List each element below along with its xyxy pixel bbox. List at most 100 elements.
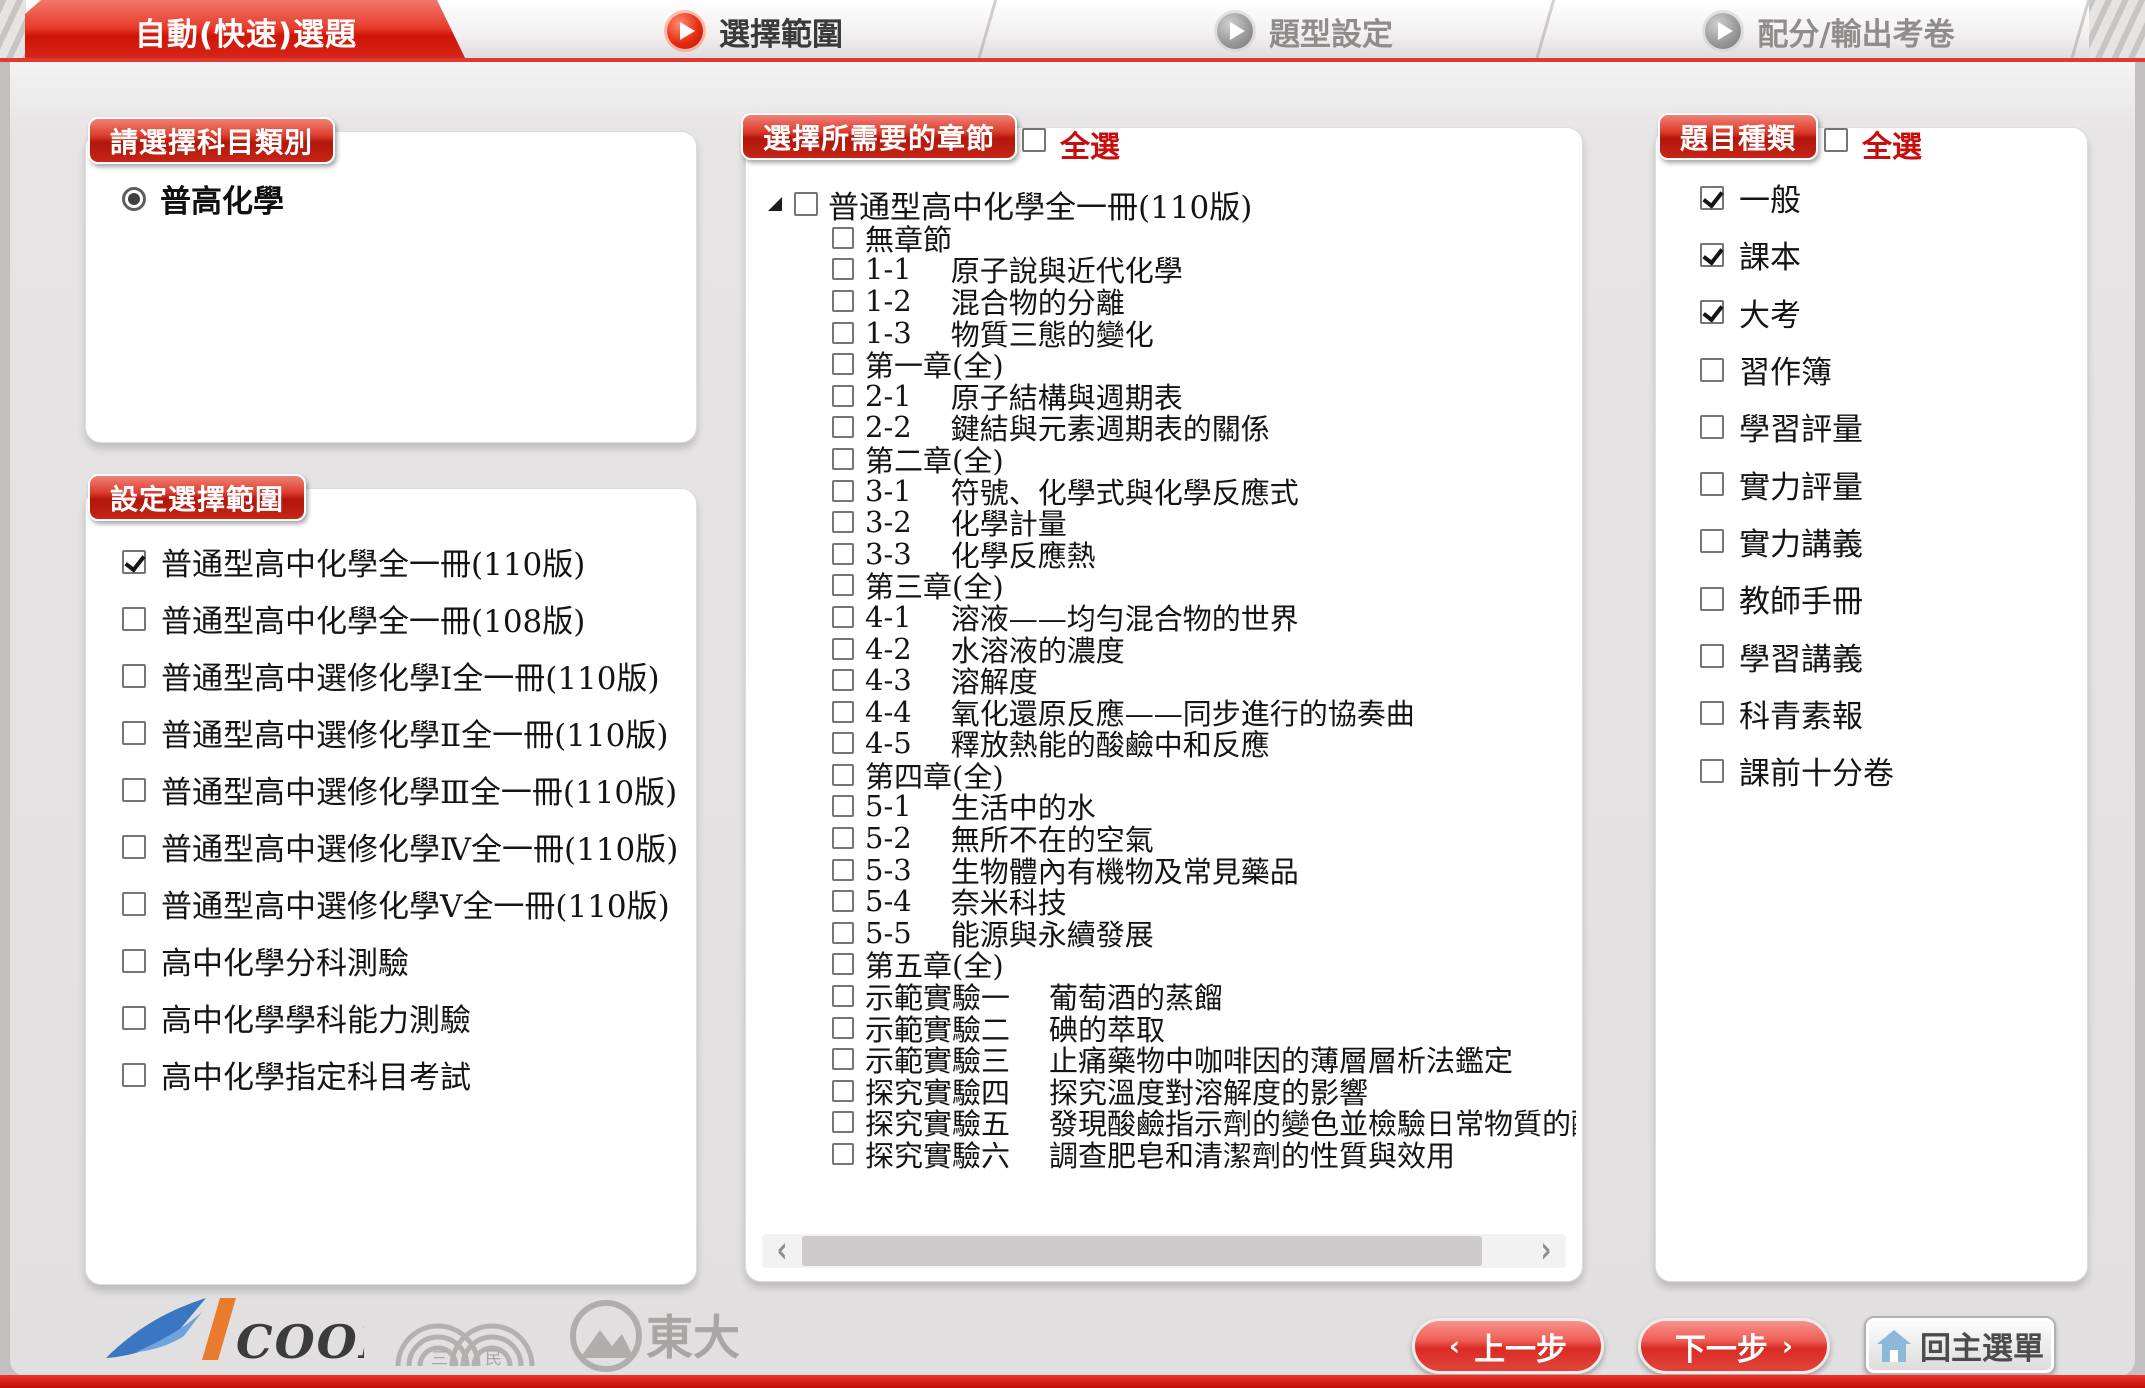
checkbox[interactable] bbox=[1700, 300, 1724, 324]
checkbox[interactable] bbox=[832, 859, 854, 881]
scope-item-row[interactable]: 普通型高中選修化學Ⅳ全一冊(110版) bbox=[86, 818, 696, 875]
scroll-right-icon[interactable] bbox=[1526, 1234, 1566, 1268]
checkbox[interactable] bbox=[1700, 243, 1724, 267]
checkbox[interactable] bbox=[1700, 358, 1724, 382]
checkbox[interactable] bbox=[122, 835, 146, 859]
type-item-row[interactable]: 學習評量 bbox=[1656, 398, 2087, 455]
prev-step-button[interactable]: 上一步 bbox=[1412, 1318, 1604, 1374]
checkbox[interactable] bbox=[122, 949, 146, 973]
checkbox[interactable] bbox=[832, 322, 854, 344]
type-item-row[interactable]: 一般 bbox=[1656, 169, 2087, 226]
scope-item-row[interactable]: 高中化學指定科目考試 bbox=[86, 1046, 696, 1103]
checkbox[interactable] bbox=[832, 448, 854, 470]
chapter-item-row[interactable]: 無章節 bbox=[832, 222, 1576, 254]
checkbox[interactable] bbox=[832, 353, 854, 375]
type-item-row[interactable]: 課本 bbox=[1656, 226, 2087, 283]
checkbox[interactable] bbox=[122, 1063, 146, 1087]
checkbox[interactable] bbox=[832, 1080, 854, 1102]
type-item-row[interactable]: 課前十分卷 bbox=[1656, 742, 2087, 799]
chapter-select-all-label[interactable]: 全選 bbox=[1060, 122, 1120, 166]
checkbox[interactable] bbox=[122, 721, 146, 745]
checkbox[interactable] bbox=[832, 480, 854, 502]
type-item-row[interactable]: 科青素報 bbox=[1656, 685, 2087, 742]
checkbox[interactable] bbox=[1700, 644, 1724, 668]
type-item-row[interactable]: 教師手冊 bbox=[1656, 570, 2087, 627]
scope-item-label: 普通型高中化學全一冊(108版) bbox=[161, 596, 585, 641]
checkbox[interactable] bbox=[832, 574, 854, 596]
checkbox[interactable] bbox=[832, 732, 854, 754]
horizontal-scrollbar[interactable] bbox=[762, 1234, 1566, 1268]
tab-auto-quick-select[interactable]: 自動(快速)選題 bbox=[25, 0, 467, 62]
type-item-row[interactable]: 習作簿 bbox=[1656, 341, 2087, 398]
scope-item-row[interactable]: 高中化學學科能力測驗 bbox=[86, 989, 696, 1046]
checkbox[interactable] bbox=[1700, 186, 1724, 210]
checkbox[interactable] bbox=[832, 1111, 854, 1133]
scope-item-row[interactable]: 高中化學分科測驗 bbox=[86, 932, 696, 989]
checkbox[interactable] bbox=[832, 290, 854, 312]
scope-item-row[interactable]: 普通型高中化學全一冊(108版) bbox=[86, 590, 696, 647]
scope-item-row[interactable]: 普通型高中選修化學Ⅴ全一冊(110版) bbox=[86, 875, 696, 932]
next-step-button[interactable]: 下一步 bbox=[1638, 1318, 1830, 1374]
tree-expanded-caret-icon[interactable] bbox=[768, 197, 782, 211]
checkbox[interactable] bbox=[832, 764, 854, 786]
tab-score-output[interactable]: 配分/輸出考卷 bbox=[1630, 0, 2030, 62]
checkbox[interactable] bbox=[832, 416, 854, 438]
scope-item-row[interactable]: 普通型高中選修化學Ⅱ全一冊(110版) bbox=[86, 704, 696, 761]
return-main-menu-button[interactable]: 回主選單 bbox=[1864, 1316, 2056, 1375]
checkbox[interactable] bbox=[122, 607, 146, 631]
checkbox[interactable] bbox=[832, 227, 854, 249]
type-item-row[interactable]: 大考 bbox=[1656, 284, 2087, 341]
scope-item-row[interactable]: 普通型高中化學全一冊(110版) bbox=[86, 533, 696, 590]
type-select-all-checkbox[interactable] bbox=[1824, 128, 1848, 152]
tab-question-type-setting[interactable]: 題型設定 bbox=[1140, 0, 1470, 62]
checkbox[interactable] bbox=[832, 985, 854, 1007]
checkbox[interactable] bbox=[122, 892, 146, 916]
subject-option[interactable]: 普高化學 bbox=[122, 176, 284, 221]
checkbox[interactable] bbox=[832, 1048, 854, 1070]
checkbox[interactable] bbox=[1700, 472, 1724, 496]
checkbox[interactable] bbox=[832, 385, 854, 407]
checkbox[interactable] bbox=[1700, 759, 1724, 783]
tab-select-range[interactable]: 選擇範圍 bbox=[590, 0, 920, 62]
checkbox[interactable] bbox=[832, 1017, 854, 1039]
type-select-all-label[interactable]: 全選 bbox=[1862, 122, 1922, 166]
checkbox[interactable] bbox=[122, 664, 146, 688]
checkbox[interactable] bbox=[122, 1006, 146, 1030]
type-item-row[interactable]: 學習講義 bbox=[1656, 627, 2087, 684]
checkbox[interactable] bbox=[832, 890, 854, 912]
checkbox[interactable] bbox=[1700, 529, 1724, 553]
type-item-row[interactable]: 實力講義 bbox=[1656, 513, 2087, 570]
scrollbar-thumb[interactable] bbox=[802, 1236, 1482, 1266]
checkbox[interactable] bbox=[122, 778, 146, 802]
scope-item-label: 高中化學學科能力測驗 bbox=[161, 995, 471, 1040]
checkbox[interactable] bbox=[832, 922, 854, 944]
checkbox[interactable] bbox=[832, 638, 854, 660]
scope-item-row[interactable]: 普通型高中選修化學Ⅰ全一冊(110版) bbox=[86, 647, 696, 704]
checkbox[interactable] bbox=[832, 258, 854, 280]
checkbox[interactable] bbox=[832, 953, 854, 975]
type-item-row[interactable]: 實力評量 bbox=[1656, 455, 2087, 512]
checkbox[interactable] bbox=[832, 543, 854, 565]
checkbox[interactable] bbox=[832, 669, 854, 691]
chapter-item-row[interactable]: 1-2混合物的分離 bbox=[832, 285, 1576, 317]
checkbox[interactable] bbox=[832, 606, 854, 628]
scroll-left-icon[interactable] bbox=[762, 1234, 802, 1268]
tab-label: 自動(快速)選題 bbox=[135, 9, 357, 54]
checkbox[interactable] bbox=[794, 192, 818, 216]
chapter-item-number: 3-2 bbox=[865, 505, 912, 539]
checkbox[interactable] bbox=[832, 827, 854, 849]
checkbox[interactable] bbox=[1700, 701, 1724, 725]
chapter-select-all-checkbox[interactable] bbox=[1022, 128, 1046, 152]
checkbox[interactable] bbox=[832, 511, 854, 533]
chapter-item-row[interactable]: 5-3生物體內有機物及常見藥品 bbox=[832, 854, 1576, 886]
checkbox[interactable] bbox=[832, 701, 854, 723]
chapter-item-number: 4-3 bbox=[865, 663, 912, 697]
checkbox[interactable] bbox=[832, 795, 854, 817]
checkbox[interactable] bbox=[1700, 587, 1724, 611]
scope-item-row[interactable]: 普通型高中選修化學Ⅲ全一冊(110版) bbox=[86, 761, 696, 818]
radio-icon[interactable] bbox=[122, 187, 146, 211]
chapter-item-row[interactable]: 第一章(全) bbox=[832, 348, 1576, 380]
checkbox[interactable] bbox=[1700, 415, 1724, 439]
checkbox[interactable] bbox=[122, 550, 146, 574]
checkbox[interactable] bbox=[832, 1143, 854, 1165]
